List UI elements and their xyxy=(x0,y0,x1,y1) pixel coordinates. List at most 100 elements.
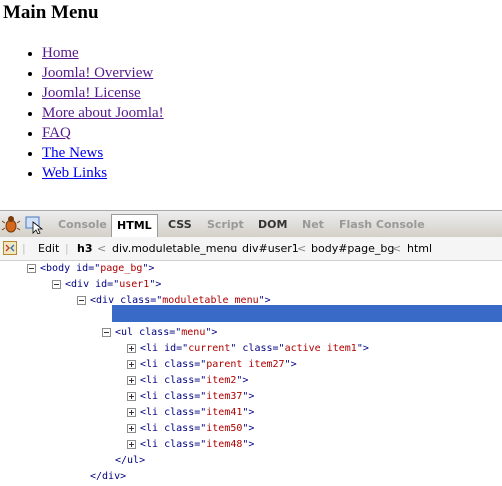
menu-list-item: Joomla! License xyxy=(42,83,164,103)
attribute-name: id xyxy=(95,279,108,290)
tab-css[interactable]: CSS xyxy=(168,217,192,233)
dom-node-li[interactable]: <li class="parent item27"> xyxy=(140,357,297,373)
attribute-value: item48 xyxy=(206,439,243,450)
attribute-name: id xyxy=(164,343,177,354)
menu-link[interactable]: More about Joomla! xyxy=(42,105,164,121)
attribute-value: active item1 xyxy=(284,343,357,354)
dom-node-li-current[interactable]: <li id="current" class="active item1"> xyxy=(140,341,369,357)
tab-flash-console[interactable]: Flash Console xyxy=(339,217,425,233)
menu-list-item: Joomla! Overview xyxy=(42,63,164,83)
tag-name: li xyxy=(146,407,159,418)
dom-node-div-user1[interactable]: <div id="user1"> xyxy=(65,277,161,293)
attribute-name: class xyxy=(164,391,195,402)
tag-name: body xyxy=(46,263,71,274)
tag-close: </div> xyxy=(90,471,127,482)
expand-toggle-icon[interactable] xyxy=(127,344,136,353)
attribute-value: item41 xyxy=(206,407,243,418)
menu-list-item: More about Joomla! xyxy=(42,103,164,123)
attribute-name: class xyxy=(242,343,273,354)
tag-name: ul xyxy=(121,327,134,338)
attribute-value: page_bg xyxy=(100,263,143,274)
expand-toggle-icon[interactable] xyxy=(127,360,136,369)
page-content: Main Menu Home Joomla! Overview Joomla! Li… xyxy=(0,0,502,210)
tag-name: li xyxy=(146,343,159,354)
menu-list-item: Home xyxy=(42,43,164,63)
html-toolbar: | Edit | h3 < div.moduletable_menu < div… xyxy=(0,237,502,261)
dom-node-li[interactable]: <li class="item41"> xyxy=(140,405,254,421)
menu-link[interactable]: Web Links xyxy=(42,165,107,181)
menu-list-item: Web Links xyxy=(42,163,164,183)
dom-node-li[interactable]: <li class="item50"> xyxy=(140,421,254,437)
dom-node-ul-menu[interactable]: <ul class="menu"> xyxy=(115,325,217,341)
menu-link[interactable]: FAQ xyxy=(42,125,71,141)
tab-html[interactable]: HTML xyxy=(111,214,158,237)
menu-link[interactable]: Joomla! License xyxy=(42,85,141,101)
attribute-name: class xyxy=(164,375,195,386)
firebug-panel: Console HTML CSS Script DOM Net Flash Co… xyxy=(0,210,502,486)
breadcrumb-html[interactable]: html xyxy=(407,242,432,255)
attribute-value: item50 xyxy=(206,423,243,434)
selected-node-highlight xyxy=(112,305,502,322)
breadcrumb-div-user1[interactable]: div#user1 xyxy=(242,242,299,255)
html-dom-tree: <body id="page_bg"> <div id="user1"> <div … xyxy=(0,261,502,486)
toolbar-divider: | xyxy=(22,242,26,255)
attribute-name: class xyxy=(164,407,195,418)
attribute-value: current xyxy=(188,343,231,354)
tab-dom[interactable]: DOM xyxy=(258,217,287,233)
tag-name: li xyxy=(146,439,159,450)
edit-button[interactable]: Edit xyxy=(38,242,59,255)
expand-toggle-icon[interactable] xyxy=(127,392,136,401)
tab-console[interactable]: Console xyxy=(58,217,107,233)
attribute-value: parent item27 xyxy=(206,359,285,370)
tag-name: li xyxy=(146,391,159,402)
expand-toggle-icon[interactable] xyxy=(127,408,136,417)
breadcrumb-separator: < xyxy=(392,242,402,255)
menu-link[interactable]: Joomla! Overview xyxy=(42,65,153,81)
tab-net[interactable]: Net xyxy=(302,217,324,233)
firebug-tab-bar: Console HTML CSS Script DOM Net Flash Co… xyxy=(0,210,502,238)
attribute-name: class xyxy=(164,423,195,434)
dom-node-div-close[interactable]: </div> xyxy=(90,469,126,485)
attribute-name: class xyxy=(139,327,170,338)
tag-name: li xyxy=(146,375,159,386)
attribute-value: item2 xyxy=(206,375,237,386)
firebug-bug-icon[interactable] xyxy=(1,214,21,234)
breadcrumb-body-page-bg[interactable]: body#page_bg xyxy=(311,242,394,255)
menu-link[interactable]: Home xyxy=(42,45,79,61)
attribute-name: id xyxy=(76,263,89,274)
breadcrumb-separator: < xyxy=(97,242,107,255)
box-model-icon[interactable] xyxy=(3,241,17,255)
expand-toggle-icon[interactable] xyxy=(127,440,136,449)
dom-node-li[interactable]: <li class="item37"> xyxy=(140,389,254,405)
menu-list-item: The News xyxy=(42,143,164,163)
attribute-value: menu xyxy=(181,327,206,338)
collapse-toggle-icon[interactable] xyxy=(102,328,111,337)
tag-name: div xyxy=(71,279,90,290)
tag-name: li xyxy=(146,423,159,434)
attribute-name: class xyxy=(164,439,195,450)
dom-node-ul-close[interactable]: </ul> xyxy=(115,453,145,469)
main-menu-list: Home Joomla! Overview Joomla! License More … xyxy=(0,43,164,183)
menu-link[interactable]: The News xyxy=(42,145,103,161)
collapse-toggle-icon[interactable] xyxy=(77,296,86,305)
dom-node-body[interactable]: <body id="page_bg"> xyxy=(40,261,154,277)
attribute-value: item37 xyxy=(206,391,243,402)
tab-script[interactable]: Script xyxy=(207,217,244,233)
breadcrumb-separator: < xyxy=(227,242,237,255)
breadcrumb-div-moduletable-menu[interactable]: div.moduletable_menu xyxy=(112,242,237,255)
expand-toggle-icon[interactable] xyxy=(127,424,136,433)
collapse-toggle-icon[interactable] xyxy=(52,280,61,289)
page-title: Main Menu xyxy=(3,2,99,23)
inspect-cursor-icon[interactable] xyxy=(24,214,44,234)
collapse-toggle-icon[interactable] xyxy=(27,264,36,273)
dom-node-li[interactable]: <li class="item48"> xyxy=(140,437,254,453)
expand-toggle-icon[interactable] xyxy=(127,376,136,385)
breadcrumb-separator: < xyxy=(297,242,307,255)
dom-node-li[interactable]: <li class="item2"> xyxy=(140,373,248,389)
attribute-name: class xyxy=(164,359,195,370)
tag-close: </ul> xyxy=(115,455,146,466)
attribute-value: user1 xyxy=(119,279,150,290)
breadcrumb-h3[interactable]: h3 xyxy=(77,242,93,255)
tag-name: li xyxy=(146,359,159,370)
menu-list-item: FAQ xyxy=(42,123,164,143)
